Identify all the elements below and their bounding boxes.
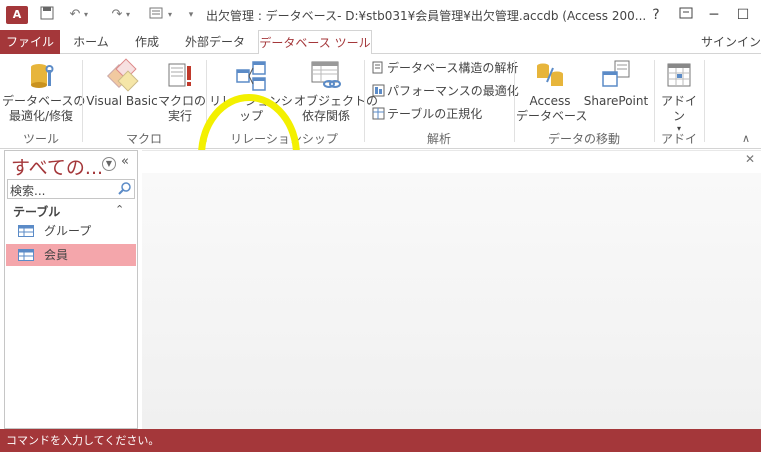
group-separator <box>364 60 365 142</box>
compact-repair-button[interactable]: データベースの 最適化/修復 <box>2 58 85 124</box>
addins-button[interactable]: アドイン ▾ <box>656 58 702 134</box>
ribbon: データベースの 最適化/修復 ツール Visual Basic マクロの 実行 … <box>0 54 761 216</box>
object-dependencies-button[interactable]: オブジェクトの 依存関係 <box>294 58 378 124</box>
nav-item-member-table[interactable]: 会員 <box>6 244 136 266</box>
documenter-label: データベース構造の解析 <box>387 61 519 75</box>
move-data-group-label: データの移動 <box>547 132 620 146</box>
group-separator <box>514 60 515 142</box>
sharepoint-icon <box>602 60 630 87</box>
performance-icon <box>372 84 385 97</box>
macro-group-label: マクロ <box>125 132 162 146</box>
ribbon-tab-row: ファイル ホーム 作成 外部データ データベース ツール サインイン <box>0 30 761 55</box>
nav-item-group-table[interactable]: グループ <box>6 220 136 242</box>
access-database-icon <box>537 63 563 86</box>
table-icon <box>18 249 34 261</box>
nav-item-label: グループ <box>44 224 92 238</box>
close-icon[interactable] <box>733 4 761 26</box>
document-tab-strip: ✕ <box>142 151 761 173</box>
nav-item-label: 会員 <box>44 248 69 262</box>
run-macro-icon <box>168 63 191 87</box>
addins-icon <box>667 63 691 87</box>
undo-dropdown-icon[interactable]: ▾ <box>80 6 92 24</box>
document-area: ✕ <box>142 150 761 429</box>
access-app-icon[interactable]: A <box>6 6 28 24</box>
title-bar: A ↶ ▾ ↷ ▾ ▾ ▾ 出欠管理 : データベース- D:¥stb031¥会… <box>0 0 761 30</box>
object-dependencies-icon <box>311 61 341 88</box>
documenter-icon <box>372 61 383 74</box>
analyze-table-button[interactable]: テーブルの正規化 <box>372 104 482 124</box>
nav-section-tables[interactable]: テーブル <box>13 203 60 220</box>
sharepoint-button[interactable]: SharePoint <box>582 58 650 109</box>
compact-repair-label: データベースの 最適化/修復 <box>2 94 86 123</box>
visual-basic-icon <box>106 58 139 92</box>
search-icon[interactable] <box>117 181 133 197</box>
nav-pane-menu-icon[interactable]: ▼ <box>102 157 116 171</box>
database-documenter-button[interactable]: データベース構造の解析 <box>372 58 518 78</box>
access-database-label: Access データベース <box>516 94 588 123</box>
collapse-ribbon-icon[interactable]: ∧ <box>742 132 750 145</box>
tab-external-data[interactable]: 外部データ <box>180 30 250 54</box>
nav-pane-title[interactable]: すべての... <box>11 153 103 180</box>
tab-file[interactable]: ファイル <box>0 30 60 54</box>
window-title: 出欠管理 : データベース- D:¥stb031¥会員管理¥出欠管理.accdb… <box>206 9 647 23</box>
tab-database-tools[interactable]: データベース ツール <box>258 30 372 55</box>
navigation-pane: すべての... ▼ « 検索... テーブル ⌃ グループ 会員 <box>4 150 138 429</box>
analyze-group-label: 解析 <box>426 132 451 146</box>
compact-repair-icon <box>31 64 54 88</box>
sharepoint-label: SharePoint <box>583 94 649 108</box>
table-analyze-icon <box>372 107 385 120</box>
access-database-button[interactable]: Access データベース <box>516 58 588 124</box>
nav-search-box[interactable]: 検索... <box>7 179 135 199</box>
qat-dropdown-icon[interactable]: ▾ <box>164 6 176 24</box>
group-separator <box>654 60 655 142</box>
run-macro-label: マクロの 実行 <box>158 94 207 123</box>
status-bar: コマンドを入力してください。 <box>0 429 761 452</box>
group-separator <box>704 60 705 142</box>
close-document-icon[interactable]: ✕ <box>745 152 755 166</box>
tab-create[interactable]: 作成 <box>124 30 170 54</box>
visual-basic-label: Visual Basic <box>86 94 158 108</box>
signin-link[interactable]: サインイン <box>701 30 761 54</box>
nav-search-input[interactable]: 検索... <box>10 182 45 199</box>
relationships-icon <box>236 61 266 91</box>
group-separator <box>82 60 83 142</box>
object-dependencies-label: オブジェクトの 依存関係 <box>294 94 379 123</box>
save-icon[interactable] <box>36 6 58 24</box>
table-analyze-label: テーブルの正規化 <box>387 107 483 121</box>
nav-pane-collapse-icon[interactable]: « <box>121 154 129 169</box>
table-icon <box>18 225 34 237</box>
ribbon-display-options-icon[interactable] <box>672 4 700 26</box>
tab-home[interactable]: ホーム <box>66 30 116 54</box>
addins-label: アドイン <box>660 94 697 123</box>
run-macro-button[interactable]: マクロの 実行 <box>158 58 206 124</box>
section-collapse-icon[interactable]: ⌃ <box>115 203 124 216</box>
minimize-icon[interactable]: ─ <box>700 4 728 26</box>
redo-dropdown-icon[interactable]: ▾ <box>122 6 134 24</box>
visual-basic-button[interactable]: Visual Basic <box>86 58 158 109</box>
performance-label: パフォーマンスの最適化 <box>387 84 519 98</box>
help-button[interactable]: ? <box>642 4 670 26</box>
customize-qat-icon[interactable]: ▾ <box>184 6 198 24</box>
analyze-performance-button[interactable]: パフォーマンスの最適化 <box>372 81 519 101</box>
tools-group-label: ツール <box>22 132 59 146</box>
